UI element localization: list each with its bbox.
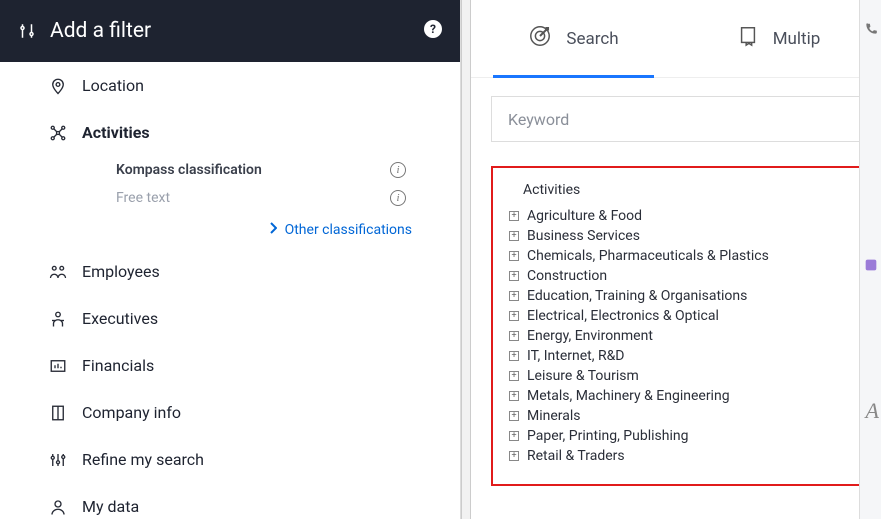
multi-icon — [737, 24, 759, 53]
other-classifications-link[interactable]: Other classifications — [0, 212, 460, 248]
tab-search[interactable]: Search — [471, 0, 676, 77]
sliders-icon — [18, 22, 36, 40]
tree-item[interactable]: + Agriculture & Food — [509, 206, 843, 226]
filter-list: Location Activities Kompass classificati… — [0, 62, 460, 519]
tab-multi[interactable]: Multip — [676, 0, 881, 77]
filter-employees[interactable]: Employees — [0, 248, 460, 295]
expand-icon[interactable]: + — [509, 311, 519, 321]
tree-item-label: Metals, Machinery & Engineering — [527, 388, 730, 404]
tabs: Search Multip — [471, 0, 881, 78]
main-panel: Search Multip Activities + Agriculture & … — [471, 0, 881, 519]
expand-icon[interactable]: + — [509, 271, 519, 281]
expand-icon[interactable]: + — [509, 371, 519, 381]
tree-item[interactable]: + Energy, Environment — [509, 326, 843, 346]
tree-item-label: Education, Training & Organisations — [527, 288, 747, 304]
refine-icon — [48, 451, 68, 469]
filter-label: Activities — [82, 123, 150, 142]
edge-letter-a[interactable]: A — [866, 398, 879, 424]
filter-location[interactable]: Location — [0, 62, 460, 109]
filter-label: My data — [82, 497, 139, 516]
filter-sidebar: Add a filter ? Location Ac — [0, 0, 461, 519]
tree-item-label: Construction — [527, 268, 607, 284]
location-icon — [48, 76, 68, 96]
expand-icon[interactable]: + — [509, 291, 519, 301]
sub-item-label: Free text — [116, 190, 170, 206]
activities-tree-box: Activities + Agriculture & Food + Business … — [491, 166, 861, 486]
tree-item-label: Business Services — [527, 228, 640, 244]
sidebar-title: Add a filter — [50, 19, 151, 43]
tree-item[interactable]: + Leisure & Tourism — [509, 366, 843, 386]
expand-icon[interactable]: + — [509, 251, 519, 261]
filter-executives[interactable]: Executives — [0, 295, 460, 342]
filter-company-info[interactable]: Company info — [0, 389, 460, 436]
search-row — [471, 78, 881, 142]
tree-item[interactable]: + Chemicals, Pharmaceuticals & Plastics — [509, 246, 843, 266]
activities-tree: + Agriculture & Food + Business Services + Ch… — [509, 206, 843, 466]
filter-label: Employees — [82, 262, 160, 281]
help-icon[interactable]: ? — [424, 20, 442, 38]
expand-icon[interactable]: + — [509, 391, 519, 401]
tree-item-label: Energy, Environment — [527, 328, 653, 344]
tree-item[interactable]: + Minerals — [509, 406, 843, 426]
other-classif-label: Other classifications — [285, 222, 412, 238]
executives-icon — [48, 309, 68, 329]
expand-icon[interactable]: + — [509, 351, 519, 361]
sub-freetext[interactable]: Free text i — [0, 184, 460, 212]
phone-icon[interactable] — [860, 0, 881, 41]
expand-icon[interactable]: + — [509, 231, 519, 241]
tab-label: Multip — [773, 29, 821, 49]
tree-item[interactable]: + Business Services — [509, 226, 843, 246]
employees-icon — [48, 263, 68, 281]
info-icon[interactable]: i — [390, 162, 406, 178]
filter-label: Location — [82, 76, 144, 95]
filter-activities[interactable]: Activities — [0, 109, 460, 156]
filter-refine[interactable]: Refine my search — [0, 436, 460, 483]
filter-label: Financials — [82, 356, 154, 375]
tree-item-label: Minerals — [527, 408, 581, 424]
tree-item[interactable]: + IT, Internet, R&D — [509, 346, 843, 366]
chevron-right-icon — [269, 222, 277, 238]
tree-item[interactable]: + Retail & Traders — [509, 446, 843, 466]
tree-item-label: Leisure & Tourism — [527, 368, 639, 384]
edge-badge[interactable] — [863, 255, 879, 280]
sub-item-label: Kompass classification — [116, 162, 262, 178]
tree-item-label: Paper, Printing, Publishing — [527, 428, 688, 444]
filter-mydata[interactable]: My data — [0, 483, 460, 519]
filter-label: Company info — [82, 403, 181, 422]
vertical-divider[interactable] — [461, 0, 471, 519]
info-icon[interactable]: i — [390, 190, 406, 206]
tree-item-label: Chemicals, Pharmaceuticals & Plastics — [527, 248, 769, 264]
tree-item-label: Retail & Traders — [527, 448, 625, 464]
sub-kompass[interactable]: Kompass classification i — [0, 156, 460, 184]
right-edge-strip: A — [859, 0, 881, 519]
expand-icon[interactable]: + — [509, 331, 519, 341]
expand-icon[interactable]: + — [509, 411, 519, 421]
tree-title: Activities — [523, 182, 843, 198]
expand-icon[interactable]: + — [509, 451, 519, 461]
expand-icon[interactable]: + — [509, 211, 519, 221]
filter-label: Executives — [82, 309, 158, 328]
tree-item[interactable]: + Paper, Printing, Publishing — [509, 426, 843, 446]
financials-icon — [48, 357, 68, 375]
tree-item-label: Electrical, Electronics & Optical — [527, 308, 719, 324]
tree-item[interactable]: + Electrical, Electronics & Optical — [509, 306, 843, 326]
company-info-icon — [48, 403, 68, 423]
tree-item-label: IT, Internet, R&D — [527, 348, 624, 364]
search-target-icon — [528, 24, 552, 53]
tree-item[interactable]: + Construction — [509, 266, 843, 286]
tree-item-label: Agriculture & Food — [527, 208, 642, 224]
sidebar-header: Add a filter ? — [0, 0, 460, 62]
tree-item[interactable]: + Metals, Machinery & Engineering — [509, 386, 843, 406]
keyword-input[interactable] — [491, 96, 861, 142]
expand-icon[interactable]: + — [509, 431, 519, 441]
mydata-icon — [48, 497, 68, 517]
activities-icon — [48, 124, 68, 142]
tree-item[interactable]: + Education, Training & Organisations — [509, 286, 843, 306]
filter-label: Refine my search — [82, 450, 204, 469]
filter-financials[interactable]: Financials — [0, 342, 460, 389]
tab-label: Search — [566, 29, 618, 49]
